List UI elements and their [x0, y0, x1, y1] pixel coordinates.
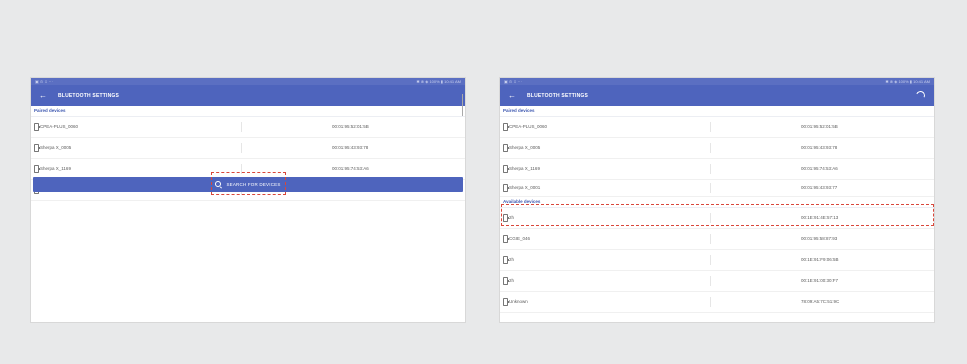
device-name: Sherpa X_1169	[40, 166, 71, 171]
loading-spinner-icon	[914, 89, 927, 102]
status-bar: ▣ ⊙ ⇩ ··· ✱ ⊗ ◈ 100% ▮ 10:41 AM	[31, 78, 465, 85]
status-icons-left: ▣ ⊙ ⇩ ···	[504, 79, 522, 84]
device-row[interactable]: Sherpa X_0001 00:01:95:43:93:77	[500, 180, 934, 197]
column-divider	[710, 276, 711, 286]
device-name: CPEA-PLUS_0060	[509, 124, 548, 129]
device-row[interactable]: 2h 00:1E:91:4E:57:13	[500, 208, 934, 229]
phone-device-icon	[503, 256, 509, 264]
device-mac: 00:01:95:74:53:A6	[801, 166, 838, 171]
phone-device-icon	[503, 235, 509, 243]
app-bar: ← BLUETOOTH SETTINGS	[31, 85, 465, 106]
section-header-paired: Paired devices	[500, 106, 934, 117]
scrollbar[interactable]	[461, 94, 463, 116]
device-mac: 00:1E:91:4E:57:13	[801, 215, 839, 220]
device-row[interactable]: Sherpa X_1169 00:01:95:74:53:A6	[500, 159, 934, 180]
phone-device-icon	[503, 277, 509, 285]
phone-device-icon	[34, 165, 40, 173]
column-divider	[710, 297, 711, 307]
phone-device-icon	[34, 144, 40, 152]
section-header-paired: Paired devices	[31, 106, 465, 117]
device-row[interactable]: CPEA-PLUS_0060 00:01:95:52:01:5B	[31, 117, 465, 138]
phone-device-icon	[503, 123, 509, 131]
device-row-selected[interactable]: CGIE_046 00:01:95:58:87:93	[500, 229, 934, 250]
device-name: 2h	[509, 257, 515, 262]
search-button-label: SEARCH FOR DEVICES	[226, 182, 281, 187]
device-row[interactable]: 2h 00:1E:91:00:30:F7	[500, 271, 934, 292]
device-name: Sherpa X_0001	[509, 185, 541, 190]
device-row[interactable]: 2h 00:1E:91:F9:06:5B	[500, 250, 934, 271]
column-divider	[710, 183, 711, 193]
device-mac: 00:1E:91:F9:06:5B	[801, 257, 839, 262]
phone-device-icon	[503, 214, 509, 222]
column-divider	[241, 164, 242, 174]
device-mac: 00:01:95:58:87:93	[801, 236, 838, 241]
device-mac: 78:09:A5:7C:51:9C	[801, 299, 840, 304]
column-divider	[710, 213, 711, 223]
column-divider	[241, 143, 242, 153]
device-name: 2h	[509, 278, 515, 283]
device-row[interactable]: Unknown 78:09:A5:7C:51:9C	[500, 292, 934, 313]
device-mac: 00:1E:91:00:30:F7	[801, 278, 839, 283]
column-divider	[710, 234, 711, 244]
device-mac: 00:01:95:52:01:5B	[332, 124, 369, 129]
device-row[interactable]: Sherpa X_0005 00:01:95:43:93:78	[31, 138, 465, 159]
device-name: 2h	[509, 215, 515, 220]
column-divider	[710, 143, 711, 153]
device-name: CPEA-PLUS_0060	[40, 124, 79, 129]
column-divider	[241, 122, 242, 132]
column-divider	[710, 122, 711, 132]
column-divider	[710, 164, 711, 174]
status-icons-left: ▣ ⊙ ⇩ ···	[35, 79, 53, 84]
device-mac: 00:01:95:52:01:5B	[801, 124, 838, 129]
device-row[interactable]: CPEA-PLUS_0060 00:01:95:52:01:5B	[500, 117, 934, 138]
column-divider	[710, 255, 711, 265]
phone-device-icon	[503, 184, 509, 192]
page-title: BLUETOOTH SETTINGS	[58, 92, 120, 99]
page-title: BLUETOOTH SETTINGS	[527, 92, 589, 99]
status-bar: ▣ ⊙ ⇩ ··· ✱ ⊗ ◈ 100% ▮ 10:41 AM	[500, 78, 934, 85]
status-icons-right: ✱ ⊗ ◈ 100% ▮ 10:41 AM	[416, 79, 461, 84]
arrow-left-icon[interactable]: ←	[38, 85, 48, 106]
device-mac: 00:01:95:74:53:A6	[332, 166, 369, 171]
screen-after-search: ▣ ⊙ ⇩ ··· ✱ ⊗ ◈ 100% ▮ 10:41 AM ← BLUETO…	[500, 78, 934, 322]
device-row[interactable]: Sherpa X_0005 00:01:95:43:93:78	[500, 138, 934, 159]
app-bar: ← BLUETOOTH SETTINGS	[500, 85, 934, 106]
device-name: CGIE_046	[509, 236, 531, 241]
search-icon	[215, 181, 222, 187]
search-for-devices-button[interactable]: SEARCH FOR DEVICES	[33, 177, 463, 192]
device-name: Sherpa X_0005	[509, 145, 541, 150]
device-mac: 00:01:95:43:93:78	[332, 145, 369, 150]
device-name: Unknown	[509, 299, 528, 304]
phone-device-icon	[503, 144, 509, 152]
device-mac: 00:01:95:43:93:77	[801, 185, 838, 190]
device-name: Sherpa X_1169	[509, 166, 540, 171]
device-mac: 00:01:95:43:93:78	[801, 145, 838, 150]
screen-before-search: ▣ ⊙ ⇩ ··· ✱ ⊗ ◈ 100% ▮ 10:41 AM ← BLUETO…	[31, 78, 465, 322]
phone-device-icon	[34, 123, 40, 131]
arrow-left-icon[interactable]: ←	[507, 85, 517, 106]
section-header-available: Available devices	[500, 197, 934, 208]
phone-device-icon	[503, 165, 509, 173]
phone-device-icon	[503, 298, 509, 306]
status-icons-right: ✱ ⊗ ◈ 100% ▮ 10:41 AM	[885, 79, 930, 84]
device-name: Sherpa X_0005	[40, 145, 72, 150]
